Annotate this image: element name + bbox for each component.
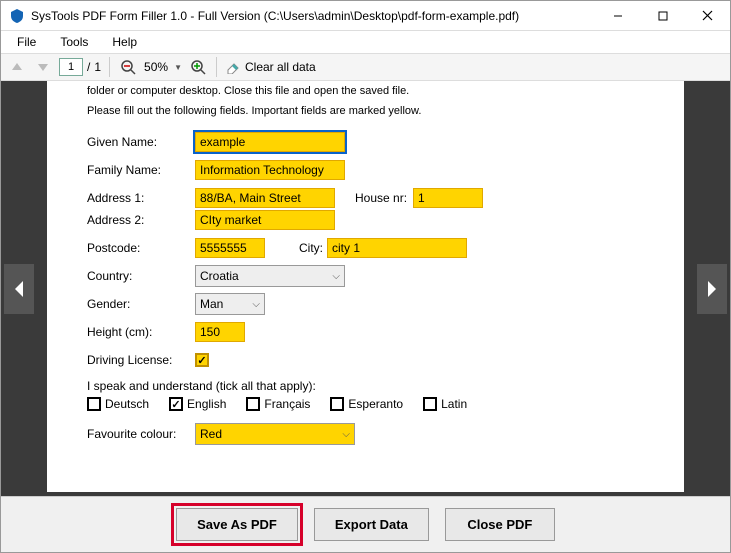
window-controls [595, 1, 730, 30]
zoom-out-icon[interactable] [118, 57, 138, 77]
page-current-input[interactable] [59, 58, 83, 76]
zoom-level: 50% [144, 60, 168, 74]
doc-text-2: Please fill out the following fields. Im… [87, 105, 644, 117]
given-name-field[interactable]: example [195, 132, 345, 152]
country-value: Croatia [200, 269, 239, 283]
save-as-pdf-button[interactable]: Save As PDF [176, 508, 298, 541]
separator [216, 57, 217, 77]
pdf-page: folder or computer desktop. Close this f… [47, 81, 684, 492]
label-fav-color: Favourite colour: [87, 427, 195, 441]
menu-file[interactable]: File [7, 33, 46, 51]
label-postcode: Postcode: [87, 241, 195, 255]
lang-de-checkbox[interactable] [87, 397, 101, 411]
label-address1: Address 1: [87, 191, 195, 205]
close-pdf-button[interactable]: Close PDF [445, 508, 555, 541]
chevron-down-icon: ⌵ [342, 429, 350, 440]
footer-bar: Save As PDF Export Data Close PDF [1, 496, 730, 552]
label-address2: Address 2: [87, 213, 195, 227]
languages-group: Deutsch ✓ English Français Esperanto Lati… [87, 397, 644, 411]
family-name-field[interactable]: Information Technology [195, 160, 345, 180]
nav-down-icon[interactable] [33, 57, 53, 77]
postcode-field[interactable]: 5555555 [195, 238, 265, 258]
lang-la-checkbox[interactable] [423, 397, 437, 411]
window-title: SysTools PDF Form Filler 1.0 - Full Vers… [31, 9, 595, 23]
menu-bar: File Tools Help [1, 31, 730, 53]
toolbar: / 1 50% ▼ Clear all data [1, 53, 730, 81]
lang-de-label: Deutsch [105, 397, 149, 411]
height-field[interactable]: 150 [195, 322, 245, 342]
label-gender: Gender: [87, 297, 195, 311]
address1-field[interactable]: 88/BA, Main Street [195, 188, 335, 208]
country-select[interactable]: Croatia ⌵ [195, 265, 345, 287]
minimize-button[interactable] [595, 1, 640, 30]
page-sep: / [87, 60, 90, 74]
close-button[interactable] [685, 1, 730, 30]
zoom-dropdown-icon[interactable]: ▼ [174, 63, 182, 72]
chevron-down-icon: ⌵ [332, 271, 340, 282]
app-icon [9, 8, 25, 24]
zoom-in-icon[interactable] [188, 57, 208, 77]
nav-right [694, 81, 730, 496]
address2-field[interactable]: CIty market [195, 210, 335, 230]
city-field[interactable]: city 1 [327, 238, 467, 258]
maximize-button[interactable] [640, 1, 685, 30]
label-house-nr: House nr: [355, 191, 407, 205]
fav-color-value: Red [200, 427, 222, 441]
page-indicator: / 1 [59, 58, 101, 76]
menu-tools[interactable]: Tools [50, 33, 98, 51]
house-nr-field[interactable]: 1 [413, 188, 483, 208]
driving-checkbox[interactable]: ✓ [195, 353, 209, 367]
label-country: Country: [87, 269, 195, 283]
lang-fr-label: Français [264, 397, 310, 411]
lang-la-label: Latin [441, 397, 467, 411]
label-city: City: [299, 241, 323, 255]
title-bar: SysTools PDF Form Filler 1.0 - Full Vers… [1, 1, 730, 31]
nav-left [1, 81, 37, 496]
lang-eo-checkbox[interactable] [330, 397, 344, 411]
label-given-name: Given Name: [87, 135, 195, 149]
clear-all-label: Clear all data [245, 60, 316, 74]
chevron-down-icon: ⌵ [252, 299, 260, 310]
next-page-button[interactable] [697, 264, 727, 314]
eraser-icon [225, 60, 241, 74]
menu-help[interactable]: Help [102, 33, 147, 51]
fav-color-select[interactable]: Red ⌵ [195, 423, 355, 445]
doc-text-1: folder or computer desktop. Close this f… [87, 85, 644, 97]
separator [109, 57, 110, 77]
lang-eo-label: Esperanto [348, 397, 403, 411]
clear-all-button[interactable]: Clear all data [225, 60, 316, 74]
pdf-viewer: folder or computer desktop. Close this f… [1, 81, 730, 496]
gender-value: Man [200, 297, 223, 311]
lang-en-label: English [187, 397, 226, 411]
label-driving: Driving License: [87, 353, 195, 367]
lang-en-checkbox[interactable]: ✓ [169, 397, 183, 411]
gender-select[interactable]: Man ⌵ [195, 293, 265, 315]
export-data-button[interactable]: Export Data [314, 508, 429, 541]
label-family-name: Family Name: [87, 163, 195, 177]
nav-up-icon[interactable] [7, 57, 27, 77]
prev-page-button[interactable] [4, 264, 34, 314]
lang-fr-checkbox[interactable] [246, 397, 260, 411]
label-languages: I speak and understand (tick all that ap… [87, 379, 644, 393]
label-height: Height (cm): [87, 325, 195, 339]
page-total: 1 [94, 60, 101, 74]
